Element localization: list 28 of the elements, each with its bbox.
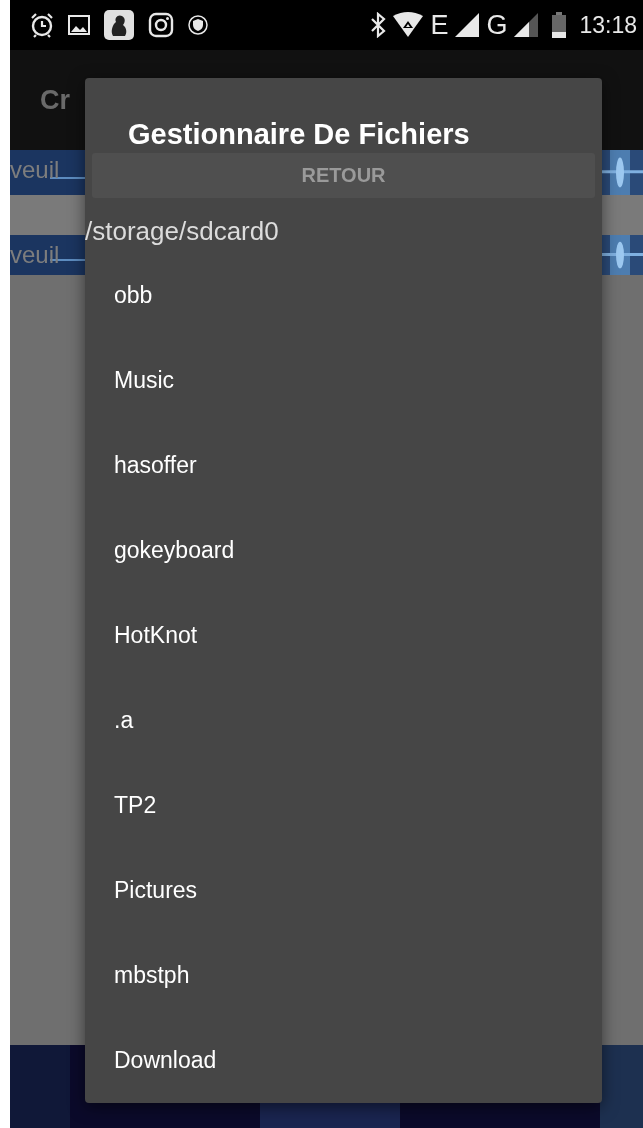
folder-item[interactable]: TP2 — [114, 792, 157, 819]
clock-time: 13:18 — [579, 11, 637, 39]
folder-path: /storage/sdcard0 — [85, 215, 280, 248]
folder-item[interactable]: .a — [114, 707, 134, 734]
bluetooth-icon — [370, 12, 387, 38]
background-label: veuil — [10, 241, 60, 269]
folder-item[interactable]: obb — [114, 282, 153, 309]
folder-item[interactable]: gokeyboard — [114, 537, 235, 564]
folder-item[interactable]: Music — [114, 367, 175, 394]
app-icon — [104, 10, 134, 40]
background-label: veuil — [10, 156, 60, 184]
folder-item[interactable]: mbstph — [114, 962, 190, 989]
alarm-clock-icon — [30, 12, 54, 38]
network-type-label: G — [486, 9, 508, 41]
folder-item[interactable]: Download — [114, 1047, 217, 1074]
folder-item[interactable]: HotKnot — [114, 622, 198, 649]
image-icon — [68, 15, 90, 35]
wifi-icon — [392, 12, 425, 38]
folder-item[interactable]: hasoffer — [114, 452, 197, 479]
signal-icon — [513, 12, 540, 38]
battery-icon — [551, 12, 568, 38]
app-title: Cr — [40, 84, 70, 116]
folder-item[interactable]: Pictures — [114, 877, 198, 904]
signal-icon — [454, 12, 481, 38]
network-type-label: E — [430, 9, 449, 41]
dialog-title: Gestionnaire De Fichiers — [127, 117, 471, 152]
shield-icon — [188, 15, 208, 35]
camera-icon — [148, 12, 174, 38]
